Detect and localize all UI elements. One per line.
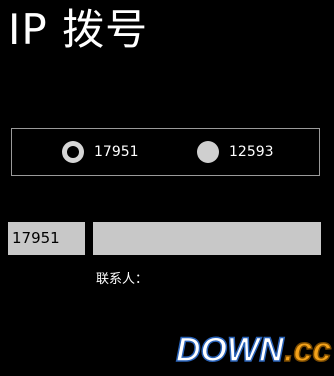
radio-label: 17951 [94,144,139,160]
page-title: IP 拨号 [8,5,149,54]
radio-selected-icon[interactable] [62,141,84,163]
watermark-suffix-text: .cc [283,330,332,370]
phone-number-input[interactable] [93,222,321,255]
radio-unselected-icon[interactable] [197,141,219,163]
ip-prefix-radio-group: 17951 12593 [11,128,320,176]
radio-option-17951[interactable]: 17951 [62,140,139,164]
radio-option-12593[interactable]: 12593 [197,140,274,164]
watermark-logo: DOWN .cc [175,328,332,372]
contact-label: 联系人： [96,272,149,287]
radio-label: 12593 [229,144,274,160]
watermark-main-text: DOWN [175,330,284,370]
ip-prefix-field[interactable] [8,222,85,255]
